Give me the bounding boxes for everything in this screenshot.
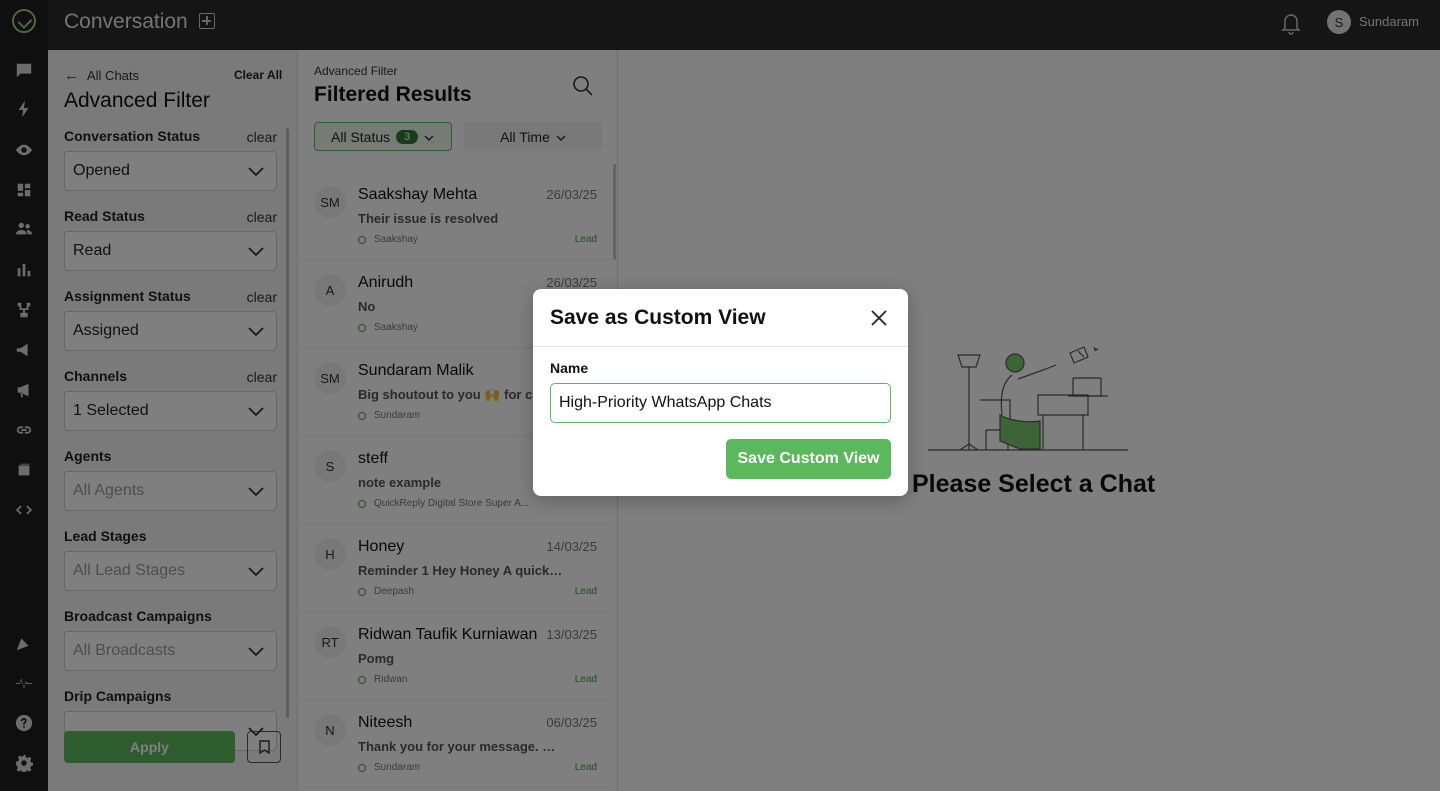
custom-view-name-input[interactable] [550,383,891,423]
save-custom-view-button[interactable]: Save Custom View [726,439,891,479]
save-custom-view-modal: Save as Custom View Name Save Custom Vie… [533,289,908,496]
name-field-label: Name [550,360,589,376]
modal-header: Save as Custom View [533,289,908,347]
close-icon[interactable] [869,308,889,328]
modal-title: Save as Custom View [550,306,766,329]
